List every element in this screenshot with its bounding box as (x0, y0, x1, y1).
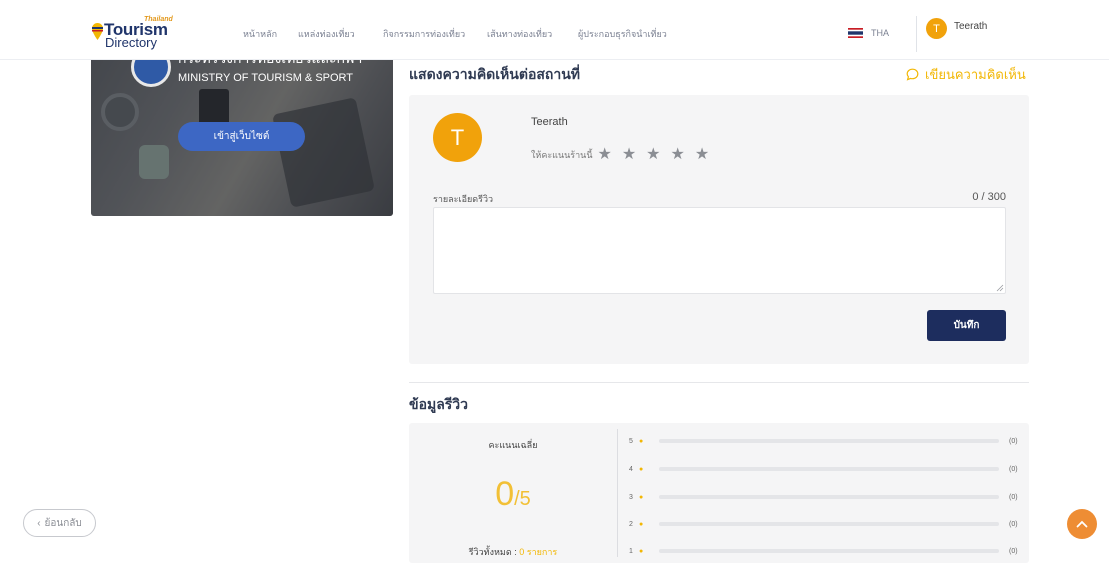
language-label: THA (871, 28, 889, 38)
nav-item-tour-operators[interactable]: ผู้ประกอบธุรกิจนำเที่ยว (578, 27, 667, 41)
tourism-directory-logo[interactable]: Thailand Tourism Directory (92, 15, 182, 51)
rating-bar-star-label: 4 (629, 465, 633, 473)
header-divider (916, 16, 917, 52)
section-divider (409, 382, 1029, 383)
nav-item-activities[interactable]: กิจกรรมการท่องเที่ยว (383, 27, 465, 41)
rating-label: ให้คะแนนร้านนี้ (531, 150, 593, 160)
rating-bar-track (659, 549, 999, 553)
back-button[interactable]: ‹ ย้อนกลับ (23, 509, 96, 537)
rating-bar-count: (0) (1009, 493, 1018, 501)
speech-bubble-icon (906, 68, 919, 81)
rating-bar-count: (0) (1009, 437, 1018, 445)
user-avatar: T (926, 18, 947, 39)
thai-flag-icon (848, 28, 863, 38)
ministry-name-english: MINISTRY OF TOURISM & SPORT (178, 72, 354, 84)
total-reviews: รีวิวทั้งหมด : 0 รายการ (409, 545, 617, 559)
star-icon[interactable]: ★ (695, 147, 709, 163)
write-review-link[interactable]: เขียนความคิดเห็น (906, 64, 1026, 85)
rating-bar-count: (0) (1009, 465, 1018, 473)
rating-bar-row: 4 ● (0) (629, 464, 1021, 474)
rating-bar-star-label: 5 (629, 437, 633, 445)
scroll-to-top-button[interactable] (1067, 509, 1097, 539)
nav-item-home[interactable]: หน้าหลัก (243, 27, 277, 41)
rating-bar-track (659, 522, 999, 526)
star-dot-icon: ● (639, 547, 644, 555)
star-icon[interactable]: ★ (646, 147, 660, 163)
rating-bar-star-label: 3 (629, 493, 633, 501)
rating-bar-count: (0) (1009, 547, 1018, 555)
nav-item-attractions[interactable]: แหล่งท่องเที่ยว (298, 27, 355, 41)
star-icon[interactable]: ★ (622, 147, 636, 163)
enter-website-button[interactable]: เข้าสู่เว็บไซต์ (178, 122, 305, 151)
rating-bar-row: 3 ● (0) (629, 492, 1021, 502)
rating-bar-count: (0) (1009, 520, 1018, 528)
review-stats-panel: คะแนนเฉลี่ย 0/5 รีวิวทั้งหมด : 0 รายการ … (409, 423, 1029, 563)
write-review-label: เขียนความคิดเห็น (925, 67, 1026, 82)
rating-row: ให้คะแนนร้านนี้ ★ ★ ★ ★ ★ (531, 147, 709, 163)
chevron-left-icon: ‹ (37, 517, 41, 529)
save-review-button[interactable]: บันทึก (927, 310, 1006, 341)
star-icon[interactable]: ★ (597, 147, 611, 163)
rating-stars: ★ ★ ★ ★ ★ (597, 147, 709, 163)
rating-bar-star-label: 1 (629, 547, 633, 555)
rating-bar-track (659, 439, 999, 443)
user-name: Teerath (954, 21, 988, 32)
back-button-label: ย้อนกลับ (44, 517, 82, 529)
rating-bar-row: 2 ● (0) (629, 519, 1021, 529)
star-dot-icon: ● (639, 437, 644, 445)
user-menu[interactable]: T Teerath (926, 18, 987, 39)
logo-directory-text: Directory (105, 35, 158, 50)
rating-bar-row: 1 ● (0) (629, 546, 1021, 556)
chevron-up-icon (1076, 520, 1088, 528)
rating-bar-row: 5 ● (0) (629, 436, 1021, 446)
star-dot-icon: ● (639, 520, 644, 528)
nav-item-routes[interactable]: เส้นทางท่องเที่ยว (487, 27, 552, 41)
review-section-title: แสดงความคิดเห็นต่อสถานที่ (409, 66, 581, 82)
ministry-banner: กระทรวงการท่องเที่ยวและกีฬา MINISTRY OF … (91, 45, 393, 216)
character-counter: 0 / 300 (972, 191, 1006, 203)
rating-bar-star-label: 2 (629, 520, 633, 528)
top-navbar: Thailand Tourism Directory หน้าหลัก แหล่… (0, 0, 1109, 60)
average-score-value: 0 (495, 475, 515, 513)
review-form: T Teerath ให้คะแนนร้านนี้ ★ ★ ★ ★ ★ รายล… (409, 95, 1029, 364)
review-info-title: ข้อมูลรีวิว (409, 396, 469, 412)
reviewer-name: Teerath (531, 116, 568, 128)
star-dot-icon: ● (639, 465, 644, 473)
total-reviews-label: รีวิวทั้งหมด : (468, 547, 517, 557)
total-reviews-value: 0 รายการ (519, 547, 558, 557)
average-score: 0/5 (409, 475, 617, 514)
reviewer-avatar: T (433, 113, 482, 162)
rating-bar-track (659, 467, 999, 471)
language-selector[interactable]: THA (848, 28, 889, 38)
stats-divider (617, 429, 618, 557)
average-score-max: /5 (514, 488, 531, 510)
resize-handle-icon[interactable] (996, 284, 1004, 292)
rating-bar-track (659, 495, 999, 499)
review-textarea[interactable] (433, 207, 1006, 294)
star-icon[interactable]: ★ (671, 147, 685, 163)
location-pin-icon (92, 23, 103, 40)
average-score-label: คะแนนเฉลี่ย (488, 440, 538, 450)
review-detail-label: รายละเอียดรีวิว (433, 194, 494, 204)
star-dot-icon: ● (639, 493, 644, 501)
